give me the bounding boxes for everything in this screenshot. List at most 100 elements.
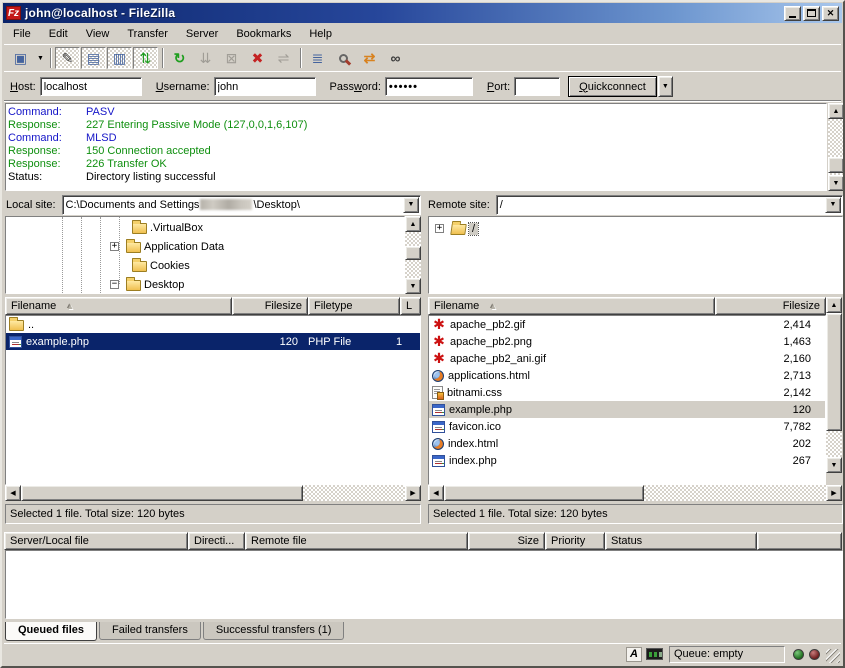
file-row[interactable]: ✱apache_pb2.png1,463 <box>429 333 825 350</box>
password-input[interactable] <box>385 77 473 96</box>
directory-comparison-button[interactable] <box>331 47 356 69</box>
scroll-up-button[interactable]: ▲ <box>405 216 421 232</box>
scroll-down-button[interactable]: ▼ <box>826 457 842 473</box>
synchronized-browsing-button[interactable]: ⇄ <box>357 47 382 69</box>
close-button[interactable]: ✕ <box>822 6 839 21</box>
column-remote-file[interactable]: Remote file <box>245 532 468 550</box>
menu-server[interactable]: Server <box>177 26 227 42</box>
file-row-selected[interactable]: example.php120 <box>429 401 825 418</box>
scroll-thumb[interactable] <box>828 157 844 173</box>
data-type-indicator-icon[interactable]: A <box>626 647 642 662</box>
combo-arrow-icon[interactable]: ▼ <box>825 197 841 213</box>
tree-item-application-data[interactable]: + Application Data <box>110 237 224 256</box>
column-filesize[interactable]: Filesize <box>715 297 826 315</box>
reconnect-button[interactable]: ⇌ <box>271 47 296 69</box>
column-filename[interactable]: Filename▲ <box>5 297 232 315</box>
remote-tree[interactable]: + / <box>428 216 843 294</box>
column-direction[interactable]: Directi... <box>188 532 245 550</box>
remote-list-hscrollbar[interactable]: ◀ ▶ <box>428 485 842 501</box>
quickconnect-dropdown[interactable]: ▼ <box>658 76 673 97</box>
log-scrollbar[interactable]: ▲ ▼ <box>828 103 844 191</box>
menu-file[interactable]: File <box>4 26 40 42</box>
scroll-right-button[interactable]: ▶ <box>826 485 842 501</box>
file-row[interactable]: bitnami.css2,142 <box>429 384 825 401</box>
directory-listing-filters-button[interactable]: ≣ <box>305 47 330 69</box>
port-input[interactable] <box>514 77 560 96</box>
file-row[interactable]: ✱apache_pb2.gif2,414 <box>429 316 825 333</box>
file-row[interactable]: index.php267 <box>429 452 825 469</box>
scroll-track[interactable] <box>444 485 826 501</box>
column-filename[interactable]: Filename▲ <box>428 297 715 315</box>
site-manager-button[interactable]: ▣ <box>8 47 33 69</box>
scroll-left-button[interactable]: ◀ <box>5 485 21 501</box>
local-tree-scrollbar[interactable]: ▲ ▼ <box>405 216 421 294</box>
scroll-up-button[interactable]: ▲ <box>826 297 842 313</box>
menu-transfer[interactable]: Transfer <box>118 26 177 42</box>
host-input[interactable] <box>40 77 142 96</box>
column-server-local-file[interactable]: Server/Local file <box>4 532 188 550</box>
local-tree[interactable]: .VirtualBox + Application Data Cookies −… <box>5 216 405 294</box>
scroll-track[interactable] <box>405 232 421 278</box>
scroll-track[interactable] <box>21 485 405 501</box>
file-row-parent-dir[interactable]: .. <box>6 316 420 333</box>
maximize-button[interactable] <box>803 6 820 21</box>
scroll-thumb[interactable] <box>21 485 303 501</box>
scroll-thumb[interactable] <box>826 313 842 431</box>
combo-arrow-icon[interactable]: ▼ <box>403 197 419 213</box>
find-files-button[interactable]: ∞ <box>383 47 408 69</box>
tab-failed-transfers[interactable]: Failed transfers <box>99 622 201 640</box>
collapse-icon[interactable]: − <box>110 280 119 289</box>
site-manager-dropdown[interactable]: ▼ <box>34 47 47 69</box>
tab-successful-transfers[interactable]: Successful transfers (1) <box>203 622 345 640</box>
file-row[interactable]: applications.html2,713 <box>429 367 825 384</box>
tree-item-root[interactable]: + / <box>435 219 478 238</box>
toggle-transfer-queue-button[interactable]: ⇅ <box>133 47 158 69</box>
scroll-track[interactable] <box>826 313 842 457</box>
column-filesize[interactable]: Filesize <box>232 297 308 315</box>
scroll-track[interactable] <box>828 119 844 175</box>
column-filetype[interactable]: Filetype <box>308 297 400 315</box>
scroll-right-button[interactable]: ▶ <box>405 485 421 501</box>
cancel-operation-button[interactable]: ⊠ <box>219 47 244 69</box>
expand-icon[interactable]: + <box>435 224 444 233</box>
expand-icon[interactable]: + <box>110 242 119 251</box>
scroll-thumb[interactable] <box>405 246 421 260</box>
local-site-combobox[interactable]: C:\Documents and Settings\Desktop\ ▼ <box>62 195 421 215</box>
username-input[interactable] <box>214 77 316 96</box>
menu-edit[interactable]: Edit <box>40 26 77 42</box>
filezilla-logo-icon[interactable]: Fz <box>6 6 21 20</box>
toggle-local-tree-button[interactable]: ▤ <box>81 47 106 69</box>
menu-bookmarks[interactable]: Bookmarks <box>227 26 300 42</box>
quickconnect-button[interactable]: Quickconnect <box>568 76 657 97</box>
file-row-example-php[interactable]: example.php 120 PHP File 1 <box>6 333 420 350</box>
message-log[interactable]: Command:PASV Response:227 Entering Passi… <box>5 103 827 191</box>
menu-view[interactable]: View <box>77 26 119 42</box>
speed-limits-icon[interactable] <box>646 648 663 660</box>
remote-list-scrollbar[interactable]: ▲ ▼ <box>826 297 842 473</box>
toggle-remote-tree-button[interactable]: ▥ <box>107 47 132 69</box>
tree-item-cookies[interactable]: Cookies <box>132 256 190 275</box>
scroll-left-button[interactable]: ◀ <box>428 485 444 501</box>
file-row[interactable]: favicon.ico7,782 <box>429 418 825 435</box>
scroll-thumb[interactable] <box>444 485 644 501</box>
local-file-list[interactable]: .. example.php 120 PHP File 1 <box>5 315 421 485</box>
column-size[interactable]: Size <box>468 532 545 550</box>
minimize-button[interactable] <box>784 6 801 21</box>
resize-grip[interactable] <box>826 649 840 663</box>
toggle-message-log-button[interactable]: ✎ <box>55 47 80 69</box>
scroll-down-button[interactable]: ▼ <box>405 278 421 294</box>
local-list-hscrollbar[interactable]: ◀ ▶ <box>5 485 421 501</box>
refresh-button[interactable]: ↻ <box>167 47 192 69</box>
menu-help[interactable]: Help <box>300 26 341 42</box>
scroll-up-button[interactable]: ▲ <box>828 103 844 119</box>
column-status[interactable]: Status <box>605 532 757 550</box>
column-priority[interactable]: Priority <box>545 532 605 550</box>
process-queue-button[interactable]: ⇊ <box>193 47 218 69</box>
remote-site-combobox[interactable]: / ▼ <box>496 195 843 215</box>
column-last-modified[interactable]: L <box>400 297 421 315</box>
tree-item-desktop[interactable]: − Desktop <box>110 275 184 294</box>
queue-list[interactable] <box>5 550 843 619</box>
file-row[interactable]: index.html202 <box>429 435 825 452</box>
scroll-down-button[interactable]: ▼ <box>828 175 844 191</box>
remote-file-list[interactable]: ✱apache_pb2.gif2,414 ✱apache_pb2.png1,46… <box>428 315 826 485</box>
